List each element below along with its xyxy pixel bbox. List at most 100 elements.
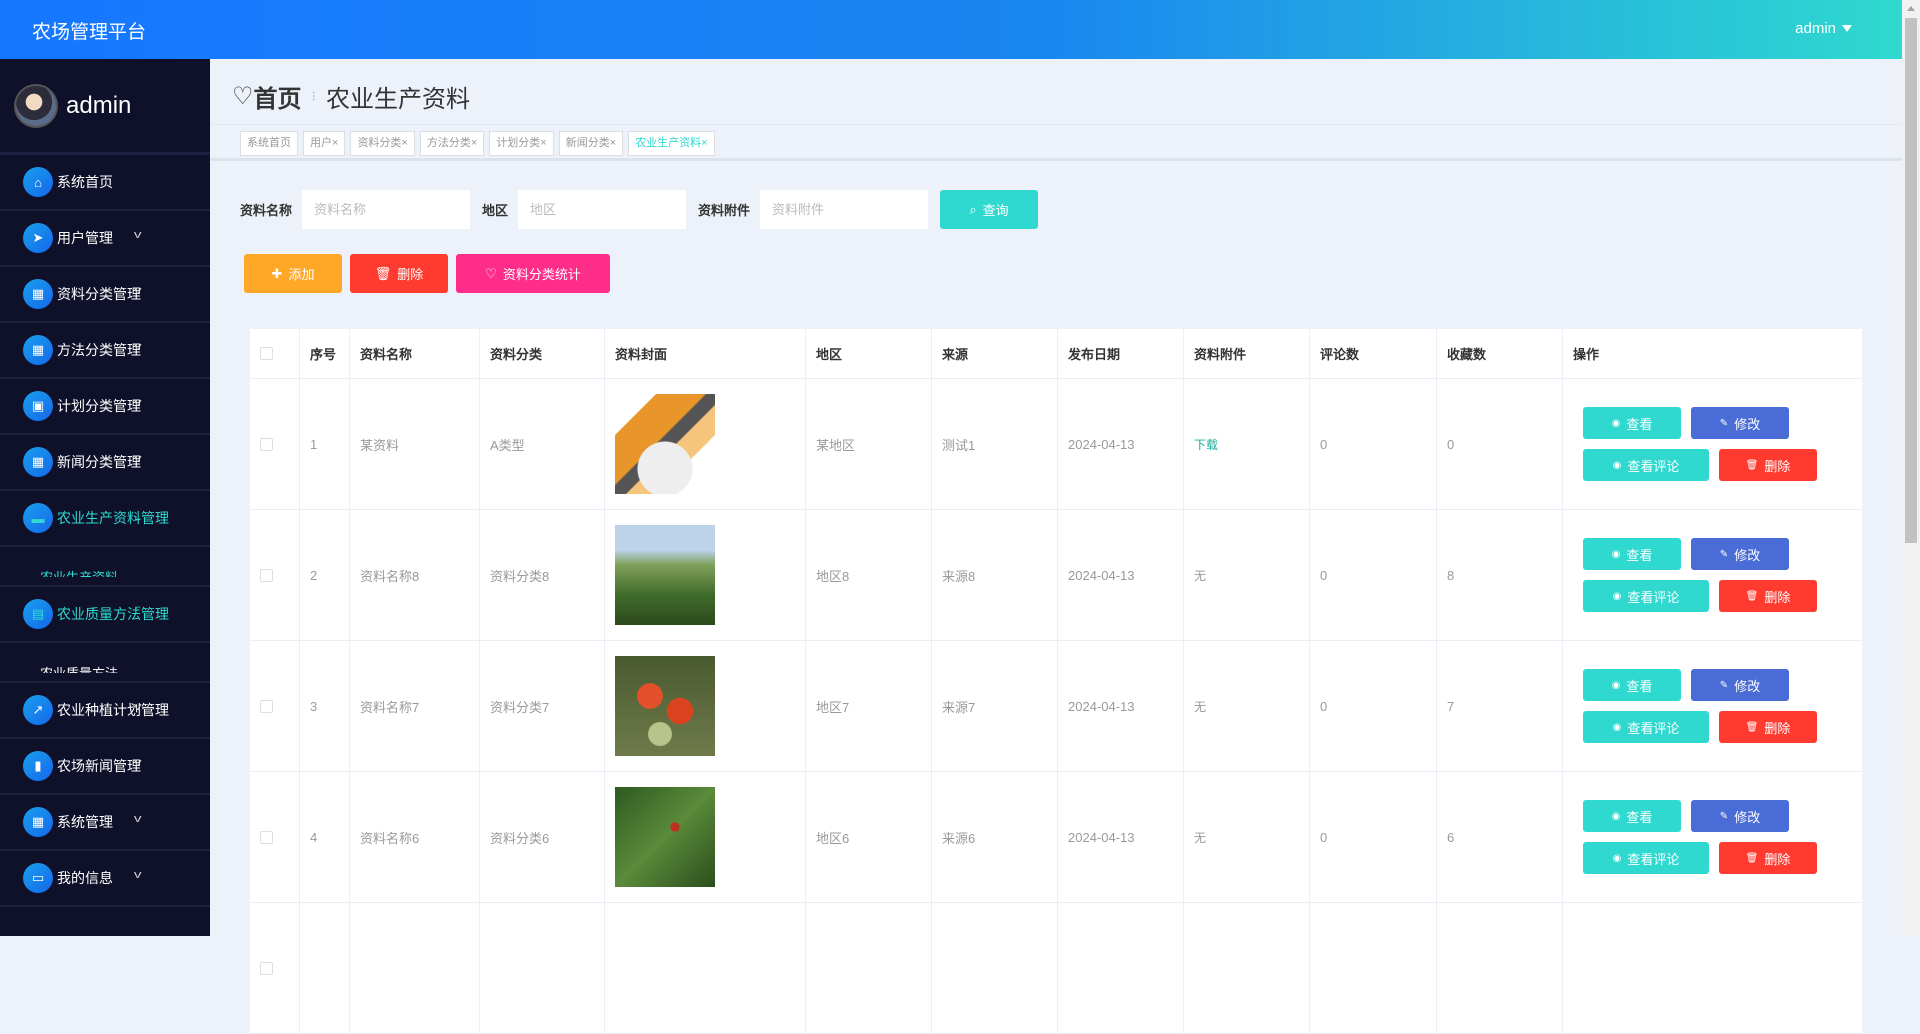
cover-image[interactable] [615,656,715,756]
menu-icon: ▦ [23,335,53,365]
checkbox-cell [250,379,300,509]
comments-value: 0 [1320,567,1328,583]
tab-item[interactable]: 资料分类× [350,131,415,156]
sidebar-item[interactable]: ➤ 用户管理 v [0,211,210,267]
eye-icon: ◉ [1612,721,1622,733]
sidebar-item[interactable]: ▦ 资料分类管理 v [0,267,210,323]
name-value: 某资料 [360,437,400,453]
breadcrumb-home[interactable]: 首页 [254,79,302,114]
menu-label: 方法分类管理 [57,342,141,358]
tab-item[interactable]: 方法分类× [419,131,485,156]
sidebar-item[interactable]: ⌂ 系统首页 [0,155,210,211]
edit-label: 修改 [1734,547,1761,563]
view-button[interactable]: ◉ 查看 [1583,800,1681,832]
sidebar-subitem[interactable]: 农业生产资料 [0,547,210,587]
comments-value: 0 [1320,829,1328,845]
view-button[interactable]: ◉ 查看 [1583,407,1681,439]
area-cell [806,903,932,1033]
sidebar-subitem[interactable]: 农业质量方法 [0,643,210,683]
sidebar-item[interactable]: ▣ 计划分类管理 v [0,379,210,435]
comments-button[interactable]: ◉ 查看评论 [1583,580,1709,612]
edit-button[interactable]: ✎ 修改 [1691,800,1789,832]
row-delete-button[interactable]: 🗑︎ 删除 [1719,842,1817,874]
tab-item[interactable]: 农业生产资料× [628,131,715,156]
query-button[interactable]: ⌕ 查询 [940,190,1039,229]
file-cell [1184,903,1310,1033]
area-input[interactable] [518,190,687,229]
row-delete-button[interactable]: 🗑︎ 删除 [1719,449,1817,481]
cover-image[interactable] [615,394,715,494]
chevron-down-icon: v [133,453,142,465]
chevron-down-icon: v [133,757,142,769]
stats-button[interactable]: ♡ 资料分类统计 [456,254,610,293]
delete-button[interactable]: 🗑︎ 删除 [350,254,448,293]
area-value: 地区8 [816,568,850,584]
row-checkbox[interactable] [260,568,273,582]
sidebar-item[interactable]: ↗ 农业种植计划管理 v [0,683,210,739]
sidebar-item[interactable]: ▦ 方法分类管理 v [0,323,210,379]
scroll-up-icon[interactable] [1907,6,1915,11]
menu-label: 计划分类管理 [57,398,141,414]
select-all-checkbox[interactable] [260,347,273,360]
scrollbar-thumb[interactable] [1905,18,1917,543]
sidebar-item[interactable]: ▮ 农场新闻管理 v [0,739,210,795]
edit-label: 修改 [1734,678,1761,694]
src-value: 来源7 [942,699,976,715]
tab-item[interactable]: 计划分类× [489,131,554,156]
app-title: 农场管理平台 [32,22,147,43]
no-cell: 2 [300,510,350,640]
name-input[interactable] [302,190,471,229]
favs-cell: 8 [1437,510,1563,640]
table-row [250,903,1862,1034]
menu-icon: ▬ [23,503,53,533]
edit-button[interactable]: ✎ 修改 [1691,407,1789,439]
cover-image[interactable] [615,525,715,625]
data-table: 序号 资料名称 资料分类 资料封面 地区 来源 发布日期 资料附件 评论数 收藏数 操作 1 某资料 A类… [250,329,1862,1034]
cover-image[interactable] [615,787,715,887]
view-button[interactable]: ◉ 查看 [1583,669,1681,701]
view-button[interactable]: ◉ 查看 [1583,538,1681,570]
comments-button[interactable]: ◉ 查看评论 [1583,449,1709,481]
delete-label: 删除 [1764,458,1791,474]
tab-item[interactable]: 新闻分类× [558,131,624,156]
tab-item[interactable]: 系统首页 [240,131,298,156]
row-checkbox[interactable] [260,961,273,975]
user-menu[interactable]: admin [1795,20,1852,37]
date-cell: 2024-04-13 [1058,772,1184,902]
ops-cell: ◉ 查看 ✎ 修改 ◉ 查看评论 🗑︎ 删除 [1563,510,1862,640]
edit-button[interactable]: ✎ 修改 [1691,669,1789,701]
page-scrollbar[interactable] [1902,0,1920,936]
edit-button[interactable]: ✎ 修改 [1691,538,1789,570]
chevron-down-icon: v [133,229,142,241]
file-input[interactable] [760,190,929,229]
comments-button[interactable]: ◉ 查看评论 [1583,711,1709,743]
sidebar-item[interactable]: ▦ 系统管理 v [0,795,210,851]
row-checkbox[interactable] [260,699,273,713]
subitem-label: 农业质量方法 [40,663,210,673]
sidebar-item[interactable]: ▭ 我的信息 v [0,851,210,907]
comments-button[interactable]: ◉ 查看评论 [1583,842,1709,874]
no-value: 2 [310,567,318,583]
row-delete-button[interactable]: 🗑︎ 删除 [1719,580,1817,612]
area-cell: 地区7 [806,641,932,771]
search-form: 资料名称 地区 资料附件 ⌕ 查询 [240,190,1039,229]
cover-cell [605,510,806,640]
row-checkbox[interactable] [260,437,273,451]
sidebar-item[interactable]: ▦ 新闻分类管理 v [0,435,210,491]
stats-label: 资料分类统计 [502,267,581,282]
add-button[interactable]: ✚ 添加 [244,254,342,293]
menu-label: 资料分类管理 [57,286,141,302]
sidebar-item[interactable]: ▤ 农业质量方法管理 ⌜ [0,587,210,643]
area-cell: 地区6 [806,772,932,902]
sidebar-item[interactable]: ▬ 农业生产资料管理 ⌞ [0,491,210,547]
chevron-down-icon: v [133,285,142,297]
trash-icon: 🗑︎ [1745,852,1759,864]
row-checkbox[interactable] [260,830,273,844]
view-label: 查看 [1626,416,1653,432]
checkbox-cell [250,641,300,771]
eye-icon: ◉ [1612,590,1622,602]
tab-item[interactable]: 用户× [303,131,346,156]
actions-line: ◉ 查看 ✎ 修改 [1583,800,1817,832]
file-value[interactable]: 下载 [1194,436,1218,453]
row-delete-button[interactable]: 🗑︎ 删除 [1719,711,1817,743]
